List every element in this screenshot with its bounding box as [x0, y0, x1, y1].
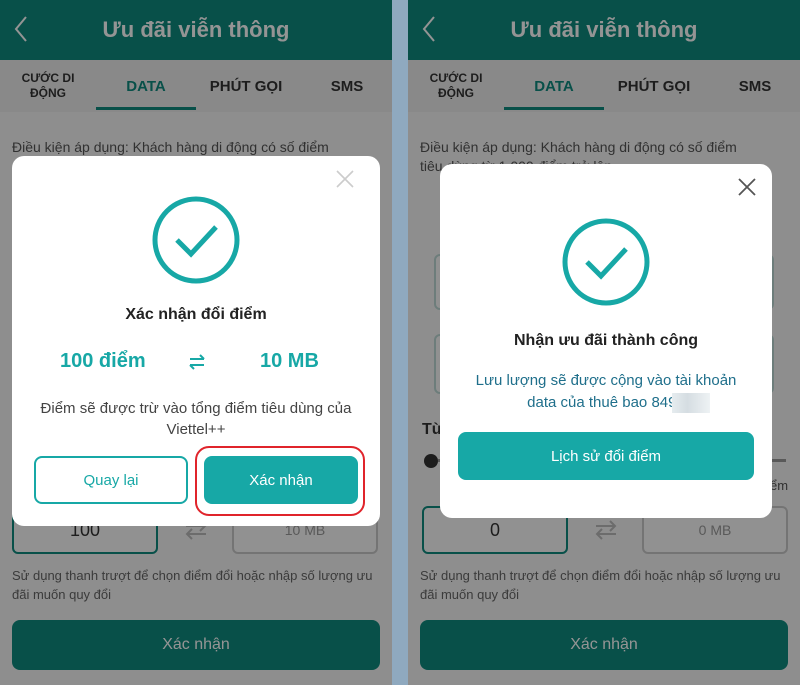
history-button[interactable]: Lịch sử đổi điểm: [458, 432, 754, 480]
modal-title: Nhận ưu đãi thành công: [513, 332, 699, 349]
check-circle-icon: [562, 218, 650, 306]
redacted-number: [672, 393, 710, 413]
back-button[interactable]: Quay lại: [34, 456, 188, 504]
success-modal: Nhận ưu đãi thành công Lưu lượng sẽ được…: [440, 164, 772, 518]
highlight-annotation: [195, 446, 365, 516]
modal-title: Xác nhận đổi điểm: [125, 306, 267, 323]
close-icon[interactable]: [334, 168, 356, 190]
check-circle-icon: [152, 196, 240, 284]
close-icon[interactable]: [736, 176, 758, 198]
screen-divider: [392, 0, 408, 685]
success-note-line1: Lưu lượng sẽ được cộng vào tài khoản: [475, 372, 737, 389]
exchange-data: 10 MB: [260, 350, 319, 372]
exchange-note: Điểm sẽ được trừ vào tổng điểm tiêu dùng…: [40, 400, 352, 438]
left-screen: Ưu đãi viễn thông CƯỚC DI ĐỘNG DATA PHÚT…: [0, 0, 392, 685]
right-screen: Ưu đãi viễn thông CƯỚC DI ĐỘNG DATA PHÚT…: [408, 0, 800, 685]
swap-arrows-icon: [189, 354, 205, 370]
exchange-points: 100 điểm: [60, 350, 146, 372]
